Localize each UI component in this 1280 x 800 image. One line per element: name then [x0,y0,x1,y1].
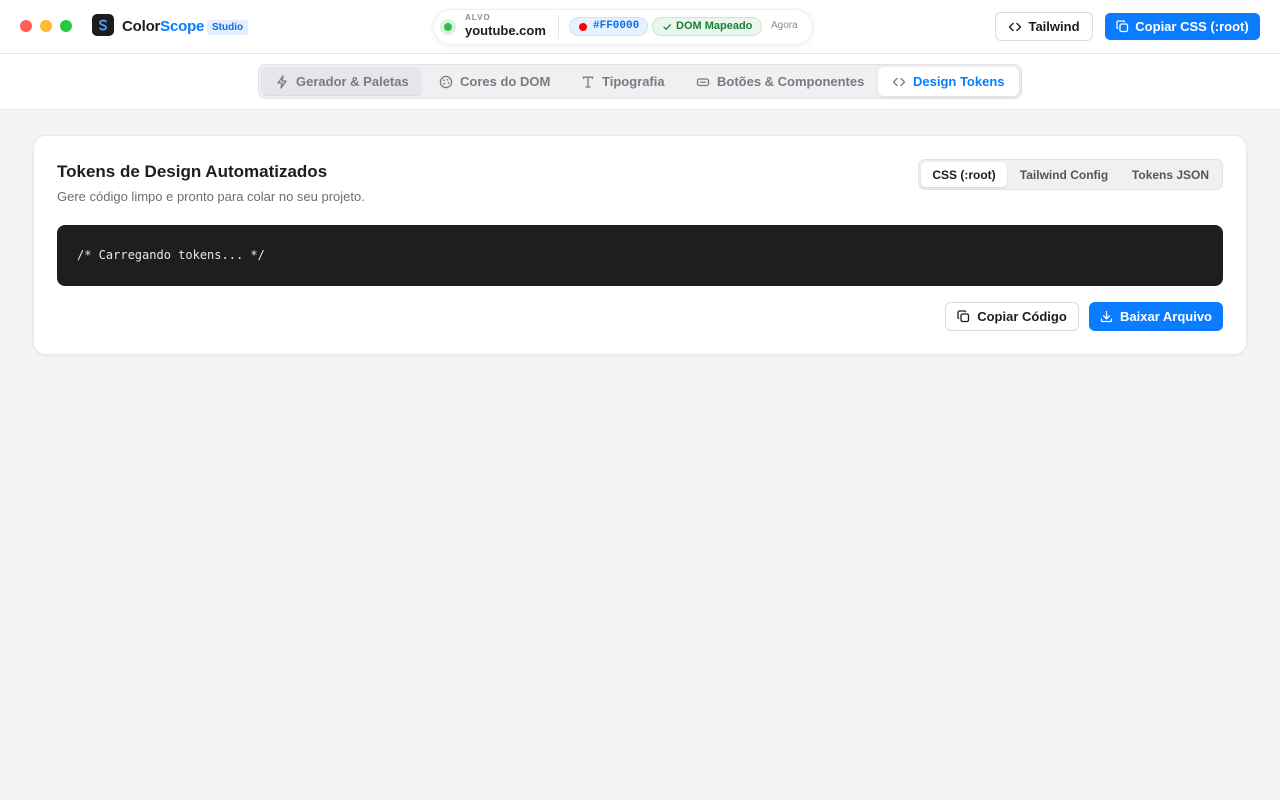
dom-status-badge: DOM Mapeado [652,17,763,36]
copy-css-button[interactable]: Copiar CSS (:root) [1105,13,1260,40]
check-icon [663,24,671,30]
type-icon [582,76,594,88]
download-icon [1100,310,1113,323]
tailwind-button[interactable]: Tailwind [995,12,1093,41]
pill-divider [558,15,559,39]
app-brand: ColorScope [122,18,205,35]
download-file-button[interactable]: Baixar Arquivo [1089,302,1223,331]
target-host[interactable]: youtube.com [465,23,546,38]
copy-icon [957,310,970,323]
primary-color-chip[interactable]: #FF0000 [569,17,649,36]
studio-badge: Studio [207,20,249,35]
card-title: Tokens de Design Automatizados [57,162,328,181]
code-icon [1009,22,1022,31]
color-swatch-icon [579,23,587,31]
palette-icon [439,75,453,88]
tab-design-tokens[interactable]: Design Tokens [878,67,1019,96]
format-css-root[interactable]: CSS (:root) [921,162,1007,187]
tab-dom-colors[interactable]: Cores do DOM [425,67,565,96]
copy-icon [1116,20,1129,33]
window-close-button[interactable] [20,20,32,32]
tab-typography[interactable]: Tipografia [567,67,679,96]
window-minimize-button[interactable] [40,20,52,32]
bolt-icon [277,74,287,89]
last-updated: Agora [771,20,798,31]
button-icon [696,77,710,86]
copy-code-button[interactable]: Copiar Código [945,302,1079,331]
target-label: ALVO [465,13,491,22]
window-zoom-button[interactable] [60,20,72,32]
tab-buttons-components[interactable]: Botões & Componentes [682,67,875,96]
code-output-text: /* Carregando tokens... */ [77,248,265,262]
format-tailwind-config[interactable]: Tailwind Config [1009,162,1119,187]
card-subtitle: Gere código limpo e pronto para colar no… [57,189,365,204]
tab-generator-palettes[interactable]: Gerador & Paletas [261,67,422,96]
app-logo-icon [92,14,114,36]
live-status-icon [440,19,456,35]
format-tokens-json[interactable]: Tokens JSON [1121,162,1220,187]
code-icon [892,77,906,86]
